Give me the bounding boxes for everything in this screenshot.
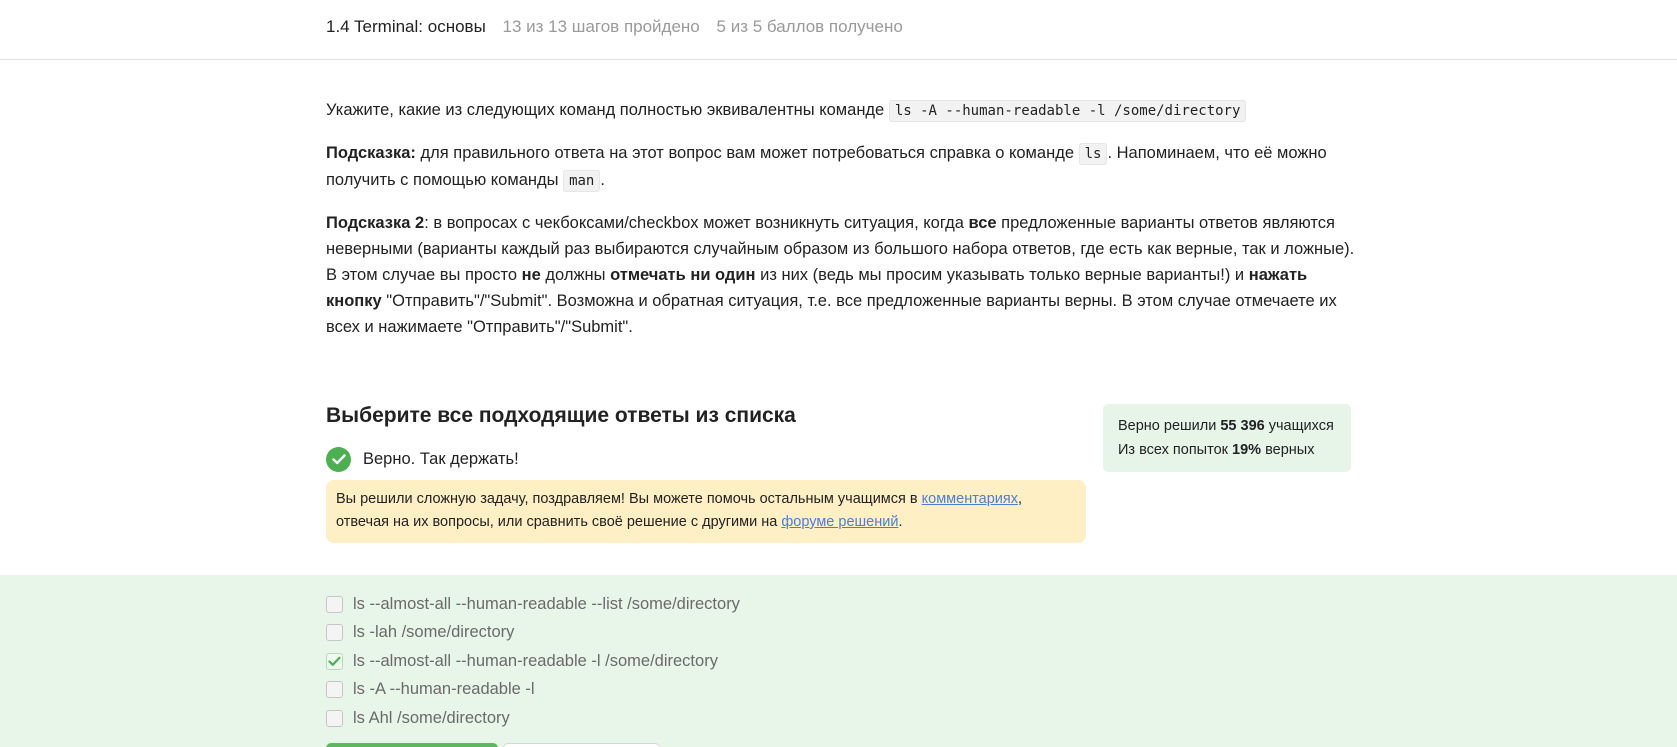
option-label: ls --almost-all --human-readable --list … [353,594,740,613]
option-1[interactable]: ls --almost-all --human-readable --list … [326,590,740,619]
lesson-header: 1.4 Terminal: основы 13 из 13 шагов прой… [0,0,1677,60]
hint-2: Подсказка 2: в вопросах с чекбоксами/che… [326,214,1355,336]
option-4[interactable]: ls -A --human-readable -l [326,676,740,705]
quiz-title: Выберите все подходящие ответы из списка [326,404,796,427]
check-circle-icon [326,446,351,472]
submit-button[interactable] [326,743,498,747]
answers-area: ls --almost-all --human-readable --list … [0,575,1677,747]
secondary-button[interactable] [503,743,660,747]
command-code: ls -A --human-readable -l /some/director… [888,100,1247,122]
option-label: ls --almost-all --human-readable -l /som… [353,651,718,670]
success-rate: Из всех попыток 19% верных [1118,442,1315,458]
option-5[interactable]: ls Ahl /some/directory [326,704,740,733]
option-3[interactable]: ls --almost-all --human-readable -l /som… [326,647,740,676]
checkbox-checked[interactable] [326,652,343,670]
options-list: ls --almost-all --human-readable --list … [326,590,740,733]
step-description: Укажите, какие из следующих команд полно… [326,97,1356,356]
score-progress: 5 из 5 баллов получено [716,17,903,36]
stats-box: Верно решили 55 396 учащихся Из всех поп… [1103,404,1351,472]
solutions-forum-link[interactable]: форуме решений [781,514,898,530]
checkbox[interactable] [326,681,343,699]
option-label: ls Ahl /some/directory [353,708,510,727]
solved-count: Верно решили 55 396 учащихся [1118,418,1334,434]
checkbox[interactable] [326,624,343,642]
comments-link[interactable]: комментариях [922,491,1018,507]
question-text: Укажите, какие из следующих команд полно… [326,97,1356,124]
checkbox[interactable] [326,595,343,613]
hint-1: Подсказка: для правильного ответа на это… [326,140,1356,194]
checkbox[interactable] [326,709,343,727]
checkmark-icon [328,656,341,666]
man-code: man [563,170,601,192]
ls-code: ls [1078,143,1108,165]
verdict-text: Верно. Так держать! [363,449,519,468]
option-2[interactable]: ls -lah /some/directory [326,619,740,648]
verdict: Верно. Так держать! [326,446,519,472]
option-label: ls -A --human-readable -l [353,680,535,699]
lesson-title[interactable]: 1.4 Terminal: основы [326,17,486,36]
option-label: ls -lah /some/directory [353,623,515,642]
congrats-box: Вы решили сложную задачу, поздравляем! В… [326,480,1086,543]
steps-progress: 13 из 13 шагов пройдено [502,17,700,36]
